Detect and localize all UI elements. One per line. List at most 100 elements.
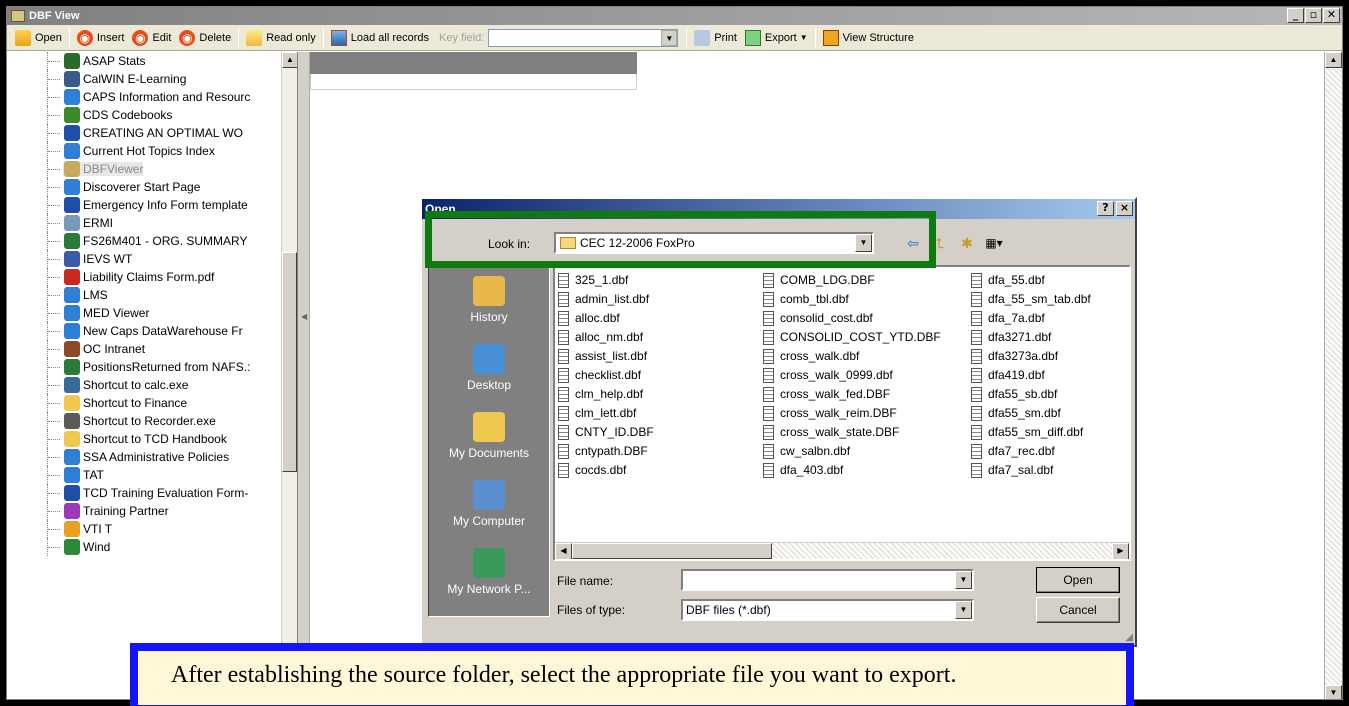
dialog-close-button[interactable]: × <box>1116 201 1133 216</box>
file-item[interactable]: 325_1.dbf <box>558 271 654 290</box>
file-item[interactable]: assist_list.dbf <box>558 347 654 366</box>
file-item[interactable]: dfa55_sm_diff.dbf <box>971 423 1091 442</box>
tree-item[interactable]: IEVS WT <box>7 250 297 268</box>
tree-item[interactable]: New Caps DataWarehouse Fr <box>7 322 297 340</box>
open-button[interactable]: Open <box>11 27 66 49</box>
tree-item[interactable]: Emergency Info Form template <box>7 196 297 214</box>
file-item[interactable]: dfa_403.dbf <box>763 461 941 480</box>
minimize-button[interactable]: _ <box>1287 8 1304 23</box>
tree-item[interactable]: Shortcut to Recorder.exe <box>7 412 297 430</box>
file-item[interactable]: dfa3271.dbf <box>971 328 1091 347</box>
tree-item[interactable]: FS26M401 - ORG. SUMMARY <box>7 232 297 250</box>
file-item[interactable]: alloc_nm.dbf <box>558 328 654 347</box>
file-item[interactable]: dfa7_rec.dbf <box>971 442 1091 461</box>
file-name-input[interactable]: ▼ <box>681 569 974 591</box>
file-item[interactable]: COMB_LDG.DBF <box>763 271 941 290</box>
tree-item[interactable]: TAT <box>7 466 297 484</box>
file-item[interactable]: checklist.dbf <box>558 366 654 385</box>
scroll-up-icon[interactable]: ▲ <box>1325 52 1342 68</box>
file-item[interactable]: dfa55_sb.dbf <box>971 385 1091 404</box>
print-button[interactable]: Print <box>690 27 741 49</box>
file-item[interactable]: dfa419.dbf <box>971 366 1091 385</box>
view-menu-icon[interactable]: ▦▾ <box>984 236 1004 250</box>
tree-item[interactable]: Shortcut to TCD Handbook <box>7 430 297 448</box>
scroll-right-icon[interactable]: ▶ <box>1112 543 1129 559</box>
scroll-thumb[interactable] <box>282 252 297 472</box>
place-my-documents[interactable]: My Documents <box>429 402 549 470</box>
tree-item[interactable]: VTI T <box>7 520 297 538</box>
scroll-up-icon[interactable]: ▲ <box>282 52 297 68</box>
tree-item[interactable]: DBFViewer <box>7 160 297 178</box>
tree-scrollbar[interactable]: ▲ <box>281 52 297 699</box>
tree-item[interactable]: Wind <box>7 538 297 556</box>
resize-grip-icon[interactable]: ◢ <box>1125 632 1133 643</box>
tree-item[interactable]: LMS <box>7 286 297 304</box>
tree-item[interactable]: CREATING AN OPTIMAL WO <box>7 124 297 142</box>
files-of-type-select[interactable]: DBF files (*.dbf) ▼ <box>681 599 974 621</box>
tree-item[interactable]: Current Hot Topics Index <box>7 142 297 160</box>
file-item[interactable]: CONSOLID_COST_YTD.DBF <box>763 328 941 347</box>
tree-item[interactable]: CalWIN E-Learning <box>7 70 297 88</box>
panel-splitter[interactable]: ◀ <box>298 52 310 699</box>
file-item[interactable]: cross_walk.dbf <box>763 347 941 366</box>
tree-item[interactable]: PositionsReturned from NAFS.: <box>7 358 297 376</box>
grid-scrollbar[interactable]: ▲ ▼ <box>1324 52 1342 699</box>
new-folder-icon[interactable]: ✱ <box>957 235 977 252</box>
file-item[interactable]: comb_tbl.dbf <box>763 290 941 309</box>
file-item[interactable]: cross_walk_state.DBF <box>763 423 941 442</box>
load-all-records-button[interactable]: Load all records <box>327 27 433 49</box>
grid-row[interactable] <box>310 74 637 90</box>
file-item[interactable]: dfa3273a.dbf <box>971 347 1091 366</box>
file-item[interactable]: alloc.dbf <box>558 309 654 328</box>
key-field-combo[interactable]: ▼ <box>488 28 679 47</box>
file-item[interactable]: dfa_7a.dbf <box>971 309 1091 328</box>
file-item[interactable]: dfa_55.dbf <box>971 271 1091 290</box>
tree-item[interactable]: Discoverer Start Page <box>7 178 297 196</box>
insert-button[interactable]: ◉ Insert <box>73 27 129 49</box>
read-only-toggle[interactable]: Read only <box>242 27 320 49</box>
file-item[interactable]: dfa7_sal.dbf <box>971 461 1091 480</box>
tree-item[interactable]: CDS Codebooks <box>7 106 297 124</box>
chevron-down-icon[interactable]: ▼ <box>955 601 972 619</box>
file-item[interactable]: dfa55_sm.dbf <box>971 404 1091 423</box>
tree-item[interactable]: ASAP Stats <box>7 52 297 70</box>
help-button[interactable]: ? <box>1097 201 1114 216</box>
scroll-thumb[interactable] <box>572 543 772 559</box>
file-item[interactable]: cross_walk_fed.DBF <box>763 385 941 404</box>
delete-button[interactable]: ◉ Delete <box>175 27 235 49</box>
file-item[interactable]: cw_salbn.dbf <box>763 442 941 461</box>
place-history[interactable]: History <box>429 266 549 334</box>
tree-item[interactable]: Shortcut to calc.exe <box>7 376 297 394</box>
view-structure-button[interactable]: View Structure <box>819 27 918 49</box>
file-item[interactable]: cocds.dbf <box>558 461 654 480</box>
tree-item[interactable]: Liability Claims Form.pdf <box>7 268 297 286</box>
dialog-open-button[interactable]: Open <box>1036 567 1120 593</box>
tree-item[interactable]: ERMI <box>7 214 297 232</box>
scroll-left-icon[interactable]: ◀ <box>555 543 572 559</box>
chevron-down-icon[interactable]: ▼ <box>661 29 678 46</box>
place-network[interactable]: My Network P... <box>429 538 549 606</box>
edit-button[interactable]: ◉ Edit <box>128 27 175 49</box>
favorites-tree[interactable]: ASAP Stats CalWIN E-Learning CAPS Informat… <box>7 52 298 699</box>
tree-item[interactable]: OC Intranet <box>7 340 297 358</box>
maximize-button[interactable]: ▫ <box>1305 8 1322 23</box>
export-button[interactable]: Export ▼ <box>741 27 812 49</box>
tree-item[interactable]: Shortcut to Finance <box>7 394 297 412</box>
file-item[interactable]: admin_list.dbf <box>558 290 654 309</box>
file-item[interactable]: CNTY_ID.DBF <box>558 423 654 442</box>
tree-item[interactable]: SSA Administrative Policies <box>7 448 297 466</box>
close-button[interactable]: ✕ <box>1323 8 1340 23</box>
place-my-computer[interactable]: My Computer <box>429 470 549 538</box>
file-item[interactable]: clm_help.dbf <box>558 385 654 404</box>
file-item[interactable]: clm_lett.dbf <box>558 404 654 423</box>
scroll-down-icon[interactable]: ▼ <box>1325 685 1342 699</box>
chevron-down-icon[interactable]: ▼ <box>955 571 972 589</box>
tree-item[interactable]: MED Viewer <box>7 304 297 322</box>
file-list-scrollbar[interactable]: ◀ ▶ <box>555 542 1129 559</box>
file-item[interactable]: cross_walk_0999.dbf <box>763 366 941 385</box>
tree-item[interactable]: CAPS Information and Resourc <box>7 88 297 106</box>
file-item[interactable]: dfa_55_sm_tab.dbf <box>971 290 1091 309</box>
file-item[interactable]: consolid_cost.dbf <box>763 309 941 328</box>
file-item[interactable]: cross_walk_reim.DBF <box>763 404 941 423</box>
tree-item[interactable]: TCD Training Evaluation Form- <box>7 484 297 502</box>
